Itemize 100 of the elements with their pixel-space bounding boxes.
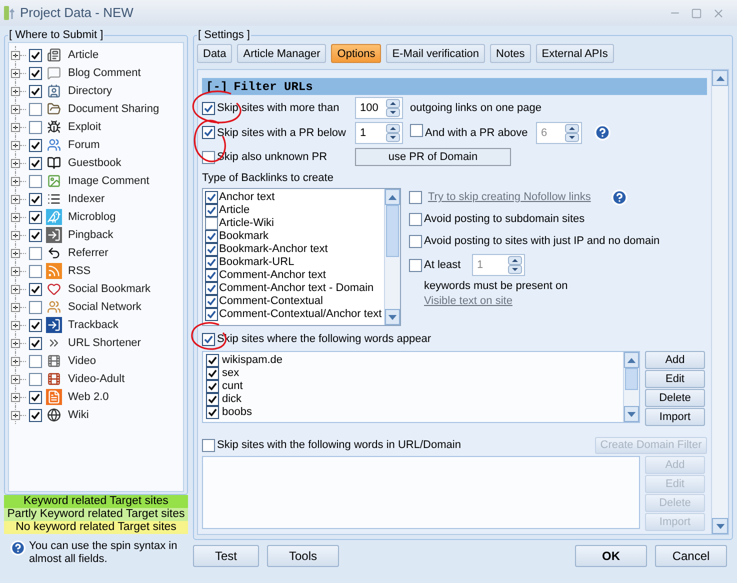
list-item[interactable]: Comment-Anchor text [219,269,326,282]
checkbox[interactable] [29,318,42,332]
checkbox[interactable] [205,204,218,217]
expand-icon[interactable] [11,284,20,294]
spin-arrows-icon[interactable] [386,99,400,117]
checkbox[interactable] [29,48,42,62]
checkbox[interactable] [29,282,42,296]
expand-icon[interactable] [11,86,20,96]
expand-icon[interactable] [11,266,20,276]
tree-item[interactable]: Video [68,354,96,368]
tree-item[interactable]: Pingback [68,228,114,242]
spin-arrows-icon[interactable] [565,124,579,142]
arrow-up-icon[interactable] [388,194,397,200]
checkbox[interactable] [205,230,218,243]
list-item[interactable]: Comment-Contextual/Anchor text [219,308,382,321]
checkbox[interactable] [29,156,42,170]
arrow-up-icon[interactable] [627,358,636,362]
list-button[interactable]: Import [645,408,705,426]
tab[interactable]: Article Manager [237,44,326,63]
scrollbar[interactable] [711,70,728,534]
list-item[interactable]: Bookmark [219,230,269,243]
tree-item[interactable]: URL Shortener [68,336,141,350]
list-item[interactable]: Comment-Anchor text - Domain [219,282,374,295]
checkbox[interactable] [29,228,42,242]
list-item[interactable]: Bookmark-Anchor text [219,243,328,256]
checkbox[interactable] [29,264,42,278]
expand-icon[interactable] [11,68,20,78]
tab[interactable]: Data [197,44,232,63]
tree-item[interactable]: Trackback [68,318,118,332]
checkbox[interactable] [206,393,219,406]
list-item[interactable]: dick [222,393,242,406]
tree-item[interactable]: Video-Adult [68,372,125,386]
expand-icon[interactable] [11,374,20,384]
expand-icon[interactable] [11,176,20,186]
checkbox[interactable] [409,212,422,226]
checkbox[interactable] [29,372,42,386]
tree-item[interactable]: Exploit [68,120,102,134]
list-item[interactable]: cunt [222,380,243,393]
checkbox[interactable] [29,408,42,422]
tree-item[interactable]: Document Sharing [68,102,160,116]
tree-item[interactable]: Article [68,48,99,62]
checkbox[interactable] [29,102,42,116]
tab[interactable]: External APIs [536,44,614,63]
spin-arrows-icon[interactable] [508,256,522,274]
tab[interactable]: E-Mail verification [386,44,486,63]
checkbox[interactable] [205,282,218,295]
checkbox[interactable] [29,300,42,314]
link[interactable]: Visible text on site [424,294,512,308]
checkbox[interactable] [205,243,218,256]
tree-item[interactable]: Wiki [68,408,89,422]
tree-item[interactable]: Blog Comment [68,66,141,80]
footer-button[interactable]: OK [575,545,647,567]
spin-arrows-icon[interactable] [386,124,400,142]
checkbox[interactable] [409,258,422,272]
tab[interactable]: Notes [490,44,531,63]
tree-item[interactable]: Guestbook [68,156,122,170]
list-item[interactable]: Comment-Contextual [219,295,323,308]
number-field[interactable]: 1 [355,122,403,144]
expand-icon[interactable] [11,104,20,114]
tree-item[interactable]: Referrer [68,246,108,260]
checkbox[interactable] [29,138,42,152]
domain-pr-button[interactable]: use PR of Domain [355,148,511,166]
list-item[interactable]: Article [219,204,250,217]
expand-icon[interactable] [11,392,20,402]
expand-icon[interactable] [11,410,20,420]
list-item[interactable]: wikispam.de [222,354,283,367]
checkbox[interactable] [206,367,219,380]
arrow-down-icon[interactable] [388,314,397,320]
checkbox[interactable] [205,191,218,204]
list-item[interactable]: sex [222,367,240,380]
help-icon[interactable] [610,188,628,206]
tree-item[interactable]: Microblog [68,210,116,224]
expand-icon[interactable] [11,230,20,240]
checkbox[interactable] [409,234,422,248]
arrow-up-icon[interactable] [716,76,724,80]
checkbox[interactable] [206,406,219,419]
expand-icon[interactable] [11,194,20,204]
checkbox[interactable] [206,380,219,393]
expand-icon[interactable] [11,248,20,258]
list-item[interactable]: boobs [222,406,252,419]
expand-icon[interactable] [11,320,20,330]
list-item[interactable]: Anchor text [219,191,275,204]
footer-button[interactable]: Cancel [655,545,727,567]
expand-icon[interactable] [11,302,20,312]
checkbox[interactable] [205,308,218,321]
expand-icon[interactable] [11,356,20,366]
tree-item[interactable]: Social Bookmark [68,282,151,296]
tree-item[interactable]: RSS [68,264,91,278]
tree-item[interactable]: Image Comment [68,174,150,188]
tree-item[interactable]: Web 2.0 [68,390,109,404]
expand-icon[interactable] [11,338,20,348]
list-item[interactable]: Bookmark-URL [219,256,294,269]
link[interactable]: Try to skip creating Nofollow links [428,190,591,204]
checkbox[interactable] [410,124,423,137]
tree-item[interactable]: Social Network [68,300,142,314]
checkbox[interactable] [29,246,42,260]
scrollbar[interactable] [623,352,639,422]
footer-button[interactable]: Tools [267,545,339,567]
checkbox[interactable] [29,192,42,206]
arrow-down-icon[interactable] [627,412,636,416]
